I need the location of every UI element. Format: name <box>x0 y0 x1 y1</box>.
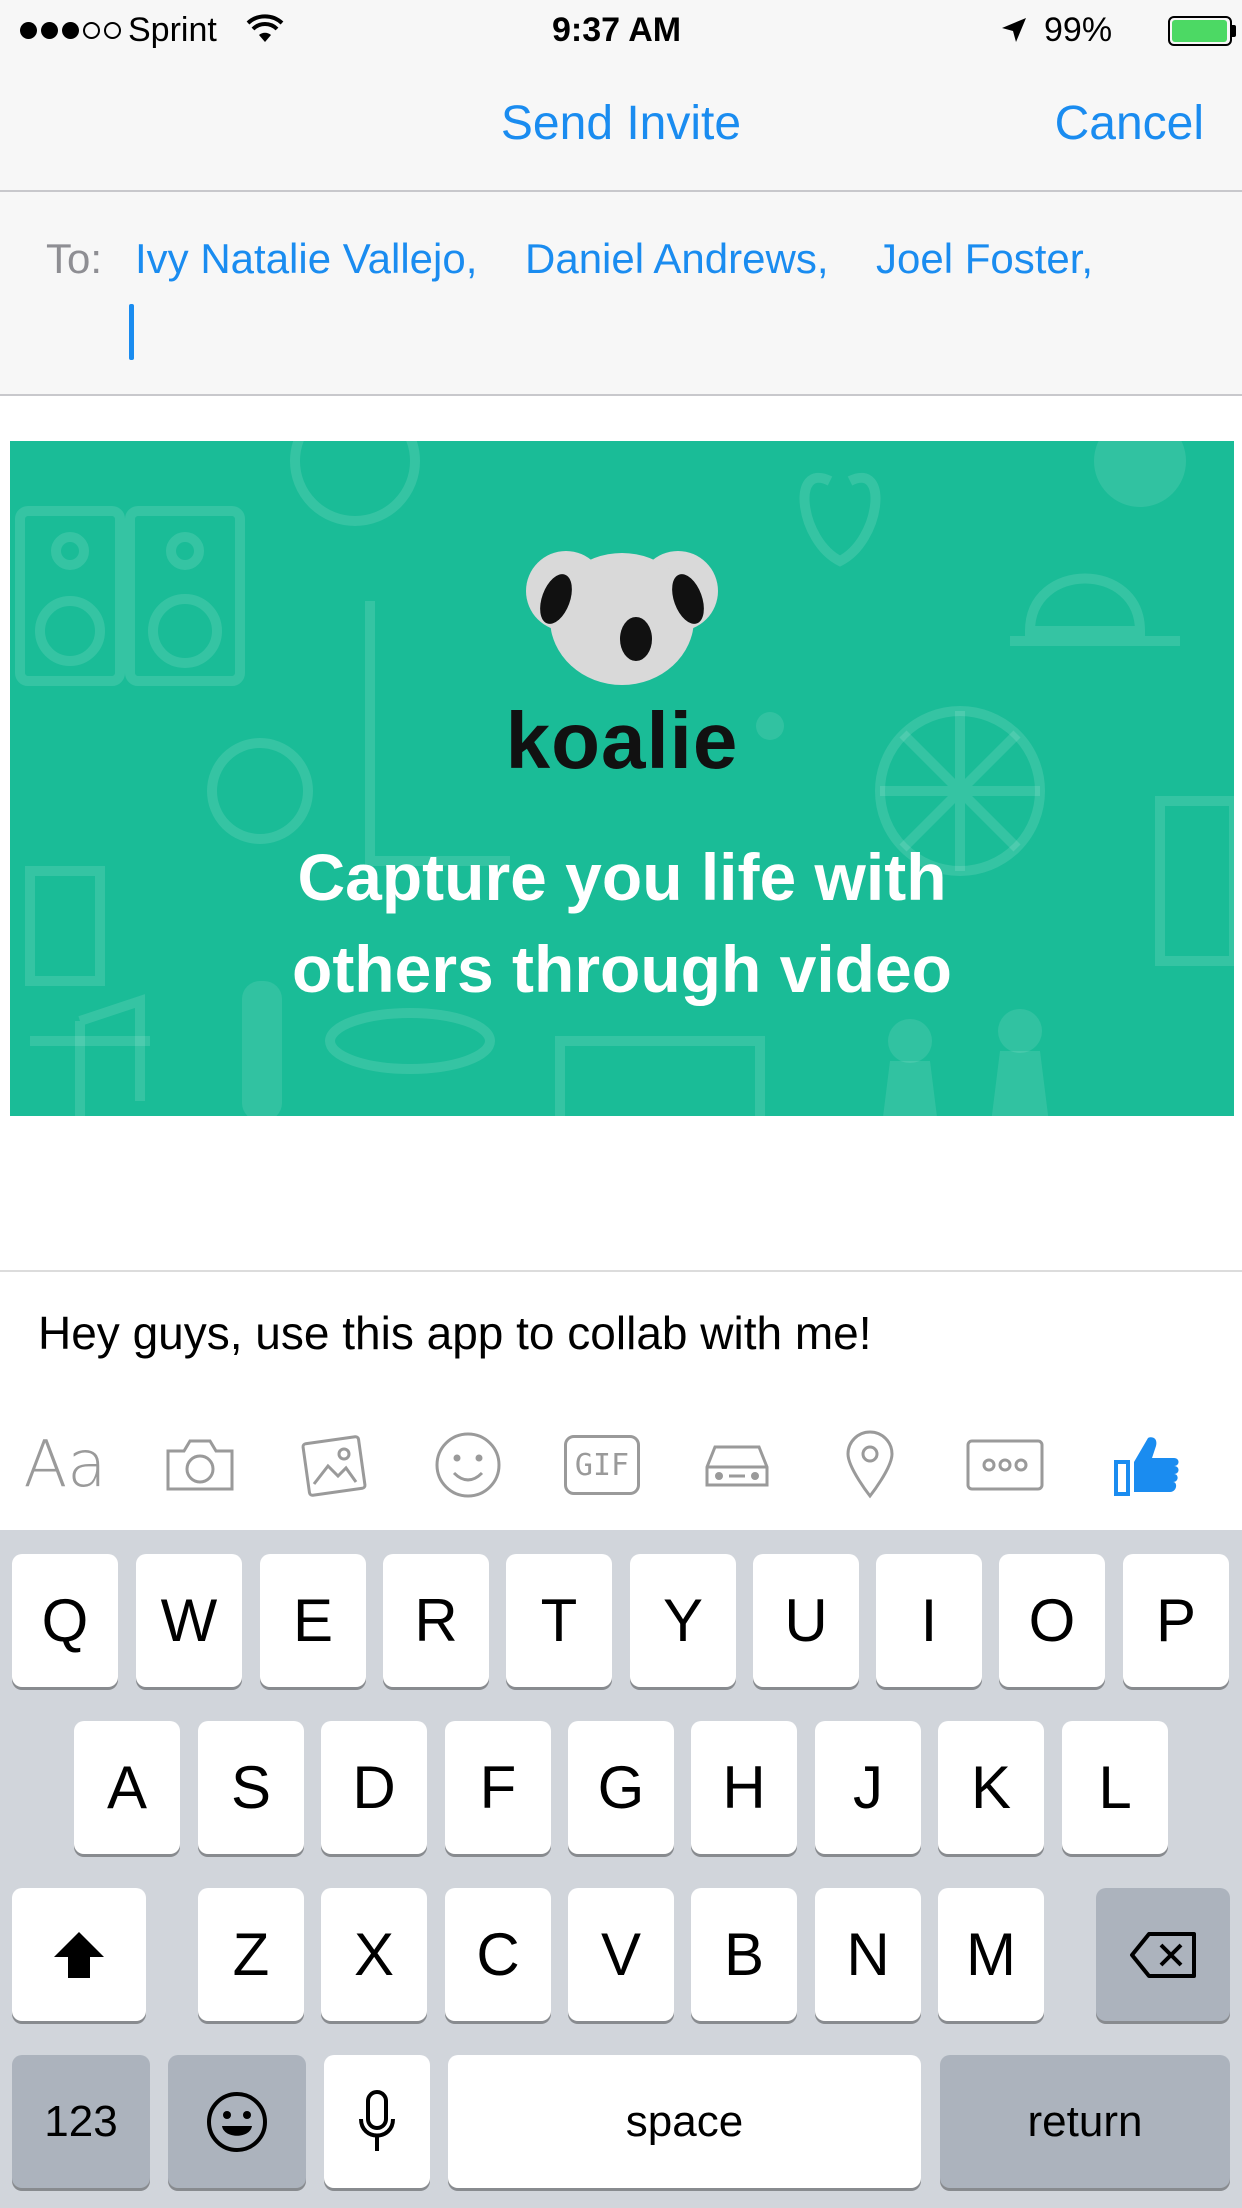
dictation-key[interactable] <box>324 2055 430 2188</box>
status-bar: Sprint 9:37 AM 99% <box>0 0 1242 60</box>
more-icon[interactable] <box>960 1425 1050 1505</box>
recipient-chip[interactable]: Daniel Andrews, <box>525 234 829 284</box>
space-key[interactable]: space <box>448 2055 921 2188</box>
invite-banner-image: koalie Capture you life with others thro… <box>10 441 1234 1116</box>
key-o[interactable]: O <box>999 1554 1105 1687</box>
key-v[interactable]: V <box>568 1888 674 2021</box>
thumbs-up-icon[interactable] <box>1102 1425 1192 1505</box>
microphone-icon <box>359 2089 395 2151</box>
key-q[interactable]: Q <box>12 1554 118 1687</box>
key-r[interactable]: R <box>383 1554 489 1687</box>
key-a[interactable]: A <box>74 1721 180 1854</box>
key-h[interactable]: H <box>691 1721 797 1854</box>
key-z[interactable]: Z <box>198 1888 304 2021</box>
key-k[interactable]: K <box>938 1721 1044 1854</box>
key-f[interactable]: F <box>445 1721 551 1854</box>
text-format-icon[interactable]: Aa <box>20 1425 110 1505</box>
return-key[interactable]: return <box>940 2055 1230 2188</box>
key-p[interactable]: P <box>1123 1554 1229 1687</box>
brand-name: koalie <box>505 696 739 785</box>
composer-toolbar: Aa GIF <box>0 1405 1242 1530</box>
photo-library-icon[interactable] <box>290 1425 380 1505</box>
cancel-button[interactable]: Cancel <box>1055 96 1204 152</box>
gif-icon[interactable]: GIF <box>557 1425 647 1505</box>
key-g[interactable]: G <box>568 1721 674 1854</box>
key-y[interactable]: Y <box>630 1554 736 1687</box>
emoji-keyboard-icon <box>207 2091 267 2152</box>
key-u[interactable]: U <box>753 1554 859 1687</box>
key-w[interactable]: W <box>136 1554 242 1687</box>
key-e[interactable]: E <box>260 1554 366 1687</box>
tagline-line-2: others through video <box>292 932 952 1006</box>
key-n[interactable]: N <box>815 1888 921 2021</box>
status-time: 9:37 AM <box>552 11 682 49</box>
recipient-chip[interactable]: Joel Foster, <box>876 234 1093 284</box>
key-m[interactable]: M <box>938 1888 1044 2021</box>
key-s[interactable]: S <box>198 1721 304 1854</box>
keyboard: Q W E R T Y U I O P A S D F G H J K L Z … <box>0 1530 1242 2208</box>
battery-icon <box>1168 16 1232 46</box>
recipient-chip[interactable]: Ivy Natalie Vallejo, <box>135 234 477 284</box>
numbers-key[interactable]: 123 <box>12 2055 150 2188</box>
backspace-icon <box>1130 1931 1196 1978</box>
shift-key[interactable] <box>12 1888 146 2021</box>
key-j[interactable]: J <box>815 1721 921 1854</box>
to-label: To: <box>46 235 103 282</box>
key-b[interactable]: B <box>691 1888 797 2021</box>
key-x[interactable]: X <box>321 1888 427 2021</box>
tagline-line-1: Capture you life with <box>297 840 947 914</box>
shift-icon <box>54 1931 104 1978</box>
wifi-icon <box>246 14 284 42</box>
koalie-logo <box>526 551 718 685</box>
carrier-name: Sprint <box>128 11 217 49</box>
key-c[interactable]: C <box>445 1888 551 2021</box>
nav-bar: Send Invite Cancel <box>0 60 1242 192</box>
emoji-icon[interactable] <box>423 1425 513 1505</box>
camera-icon[interactable] <box>155 1425 245 1505</box>
key-t[interactable]: T <box>506 1554 612 1687</box>
text-cursor <box>129 304 134 360</box>
battery-percent: 99% <box>1044 11 1113 49</box>
signal-strength-icon <box>20 22 121 39</box>
backspace-key[interactable] <box>1096 1888 1230 2021</box>
banner-tagline: Capture you life with others through vid… <box>10 831 1234 1015</box>
location-pin-icon[interactable] <box>825 1425 915 1505</box>
location-arrow-icon <box>1002 18 1026 42</box>
divider <box>0 1270 1242 1272</box>
emoji-key[interactable] <box>168 2055 306 2188</box>
key-d[interactable]: D <box>321 1721 427 1854</box>
car-icon[interactable] <box>692 1425 782 1505</box>
to-field[interactable]: To: Ivy Natalie Vallejo, Daniel Andrews,… <box>0 192 1242 396</box>
message-input[interactable]: Hey guys, use this app to collab with me… <box>38 1305 872 1361</box>
key-i[interactable]: I <box>876 1554 982 1687</box>
key-l[interactable]: L <box>1062 1721 1168 1854</box>
